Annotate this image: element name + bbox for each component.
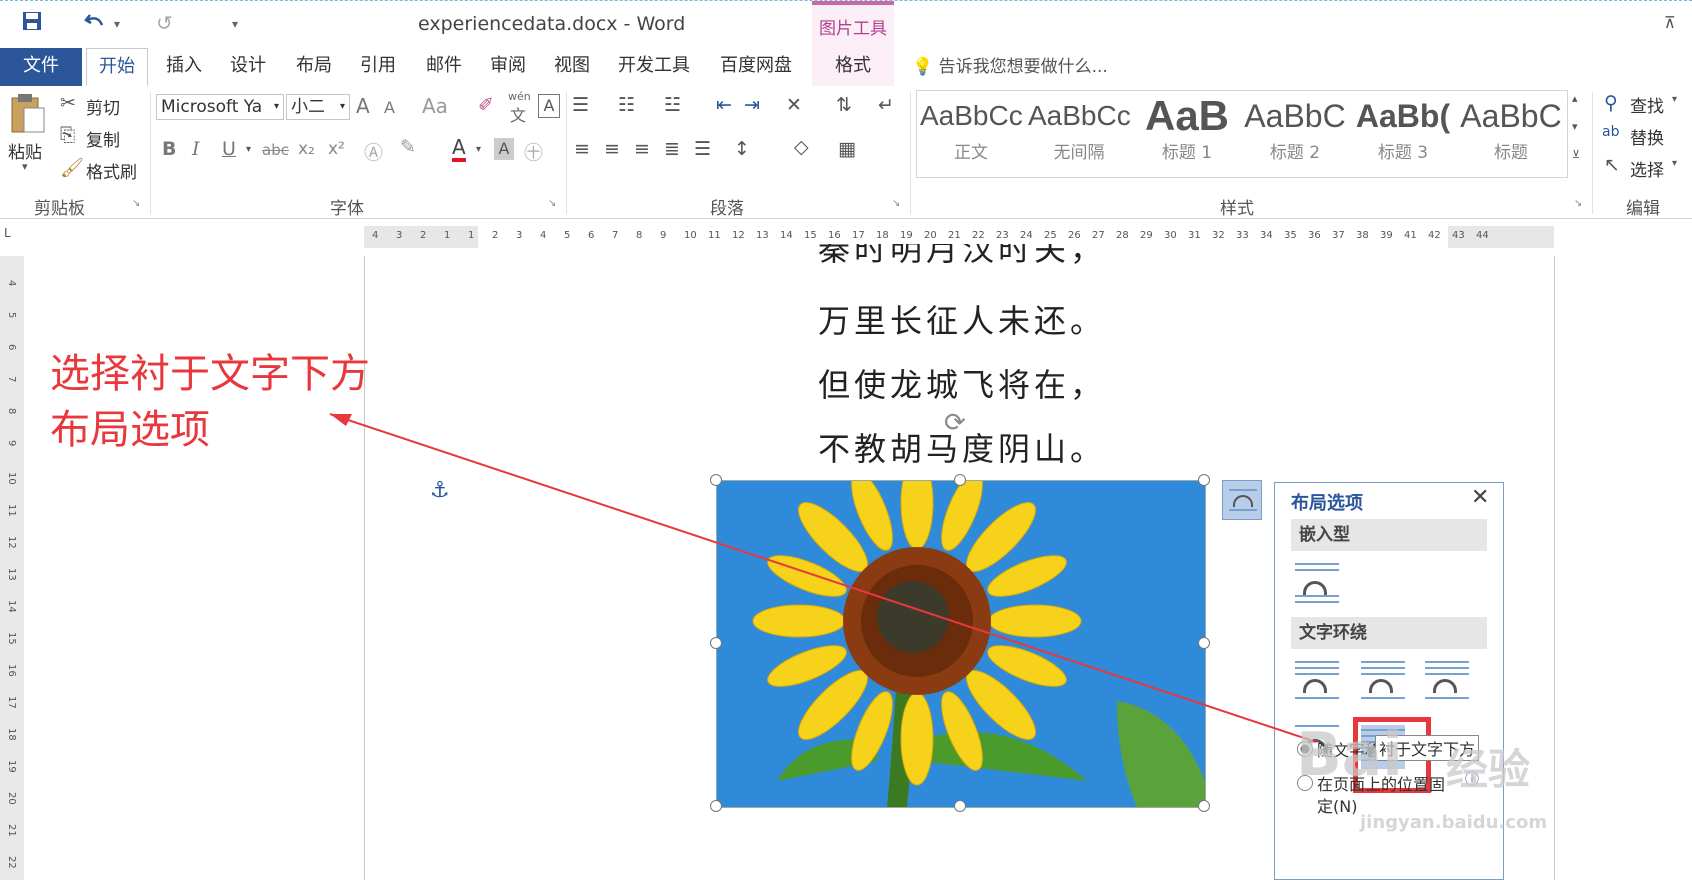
annotation-arrow xyxy=(329,413,1317,743)
watermark-brand: Bai xyxy=(1296,720,1403,790)
watermark-url: jingyan.baidu.com xyxy=(1360,812,1548,833)
watermark-brand-cn: 经验 xyxy=(1446,745,1531,794)
